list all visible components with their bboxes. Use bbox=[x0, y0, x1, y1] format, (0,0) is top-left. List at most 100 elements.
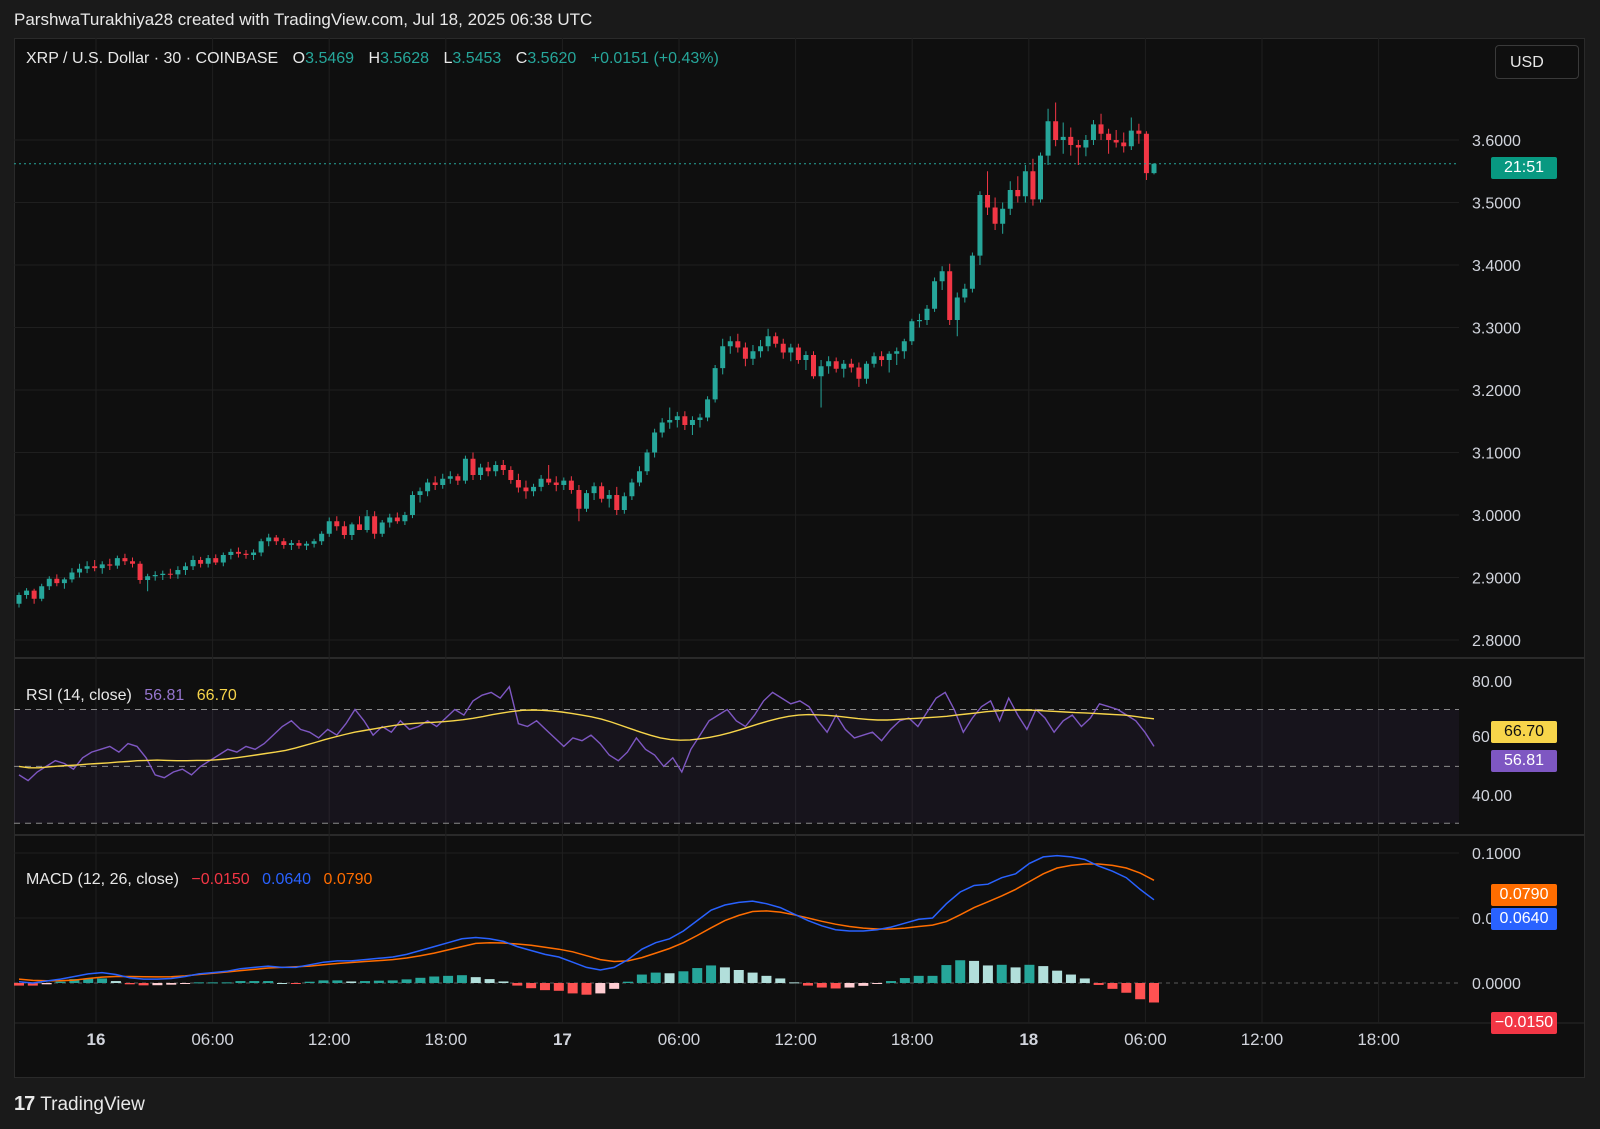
candle-body bbox=[137, 563, 143, 580]
candle-body bbox=[1098, 124, 1104, 134]
candle-body bbox=[795, 347, 801, 360]
time-tick-label: 12:00 bbox=[1241, 1030, 1284, 1049]
price-tick-label: 3.2000 bbox=[1472, 383, 1521, 400]
macd-histogram-bar bbox=[872, 983, 883, 984]
macd-histogram-bar bbox=[221, 982, 232, 984]
macd-histogram-bar bbox=[886, 981, 897, 983]
candle-body bbox=[1060, 136, 1066, 140]
candle-body bbox=[659, 422, 665, 433]
candle-body bbox=[84, 566, 90, 569]
candle-body bbox=[213, 558, 219, 563]
time-tick-label: 18:00 bbox=[425, 1030, 468, 1049]
candle-body bbox=[629, 482, 635, 497]
candle-body bbox=[311, 541, 317, 544]
symbol-title: XRP / U.S. Dollar · 30 · COINBASE bbox=[26, 50, 279, 67]
macd-histogram-bar bbox=[581, 983, 592, 995]
candle-body bbox=[576, 490, 582, 509]
candle-body bbox=[304, 543, 310, 546]
macd-histogram-bar bbox=[1079, 978, 1090, 983]
candle-body bbox=[334, 521, 340, 527]
macd-tick-label: 0.0000 bbox=[1472, 976, 1521, 993]
candle-body bbox=[568, 480, 574, 490]
candle-body bbox=[175, 570, 181, 575]
candle-body bbox=[341, 526, 347, 535]
time-tick-label: 12:00 bbox=[774, 1030, 817, 1049]
macd-histogram-bar bbox=[1121, 983, 1132, 993]
candle-body bbox=[636, 471, 642, 483]
candle-body bbox=[493, 465, 499, 472]
price-tick-label: 3.0000 bbox=[1472, 508, 1521, 525]
macd-histogram-bar bbox=[816, 983, 827, 988]
macd-legend: MACD (12, 26, close) −0.0150 0.0640 0.07… bbox=[26, 871, 376, 889]
macd-histogram-bar bbox=[830, 983, 841, 989]
candle-body bbox=[720, 346, 726, 369]
candle-body bbox=[508, 470, 514, 480]
candle-body bbox=[394, 517, 400, 522]
macd-signal-tag: 0.0790 bbox=[1491, 884, 1557, 906]
candle-body bbox=[372, 516, 378, 534]
candle-body bbox=[46, 578, 52, 587]
candle-body bbox=[379, 522, 385, 534]
candle-body bbox=[697, 417, 703, 420]
macd-hist-value: −0.0150 bbox=[191, 871, 250, 888]
candle-body bbox=[190, 560, 196, 567]
time-tick-label: 18:00 bbox=[1357, 1030, 1400, 1049]
candle-body bbox=[281, 541, 287, 545]
candle-body bbox=[1106, 133, 1112, 140]
candle-body bbox=[992, 207, 998, 224]
candle-body bbox=[273, 537, 279, 542]
macd-histogram-bar bbox=[747, 972, 758, 983]
candle-body bbox=[856, 367, 862, 379]
candle-body bbox=[591, 486, 597, 494]
macd-histogram-bar bbox=[276, 983, 287, 984]
time-tick-label: 06:00 bbox=[1124, 1030, 1167, 1049]
candle-body bbox=[99, 564, 105, 569]
candle-body bbox=[220, 555, 226, 563]
candle-body bbox=[145, 576, 151, 580]
macd-histogram-bar bbox=[650, 972, 661, 983]
candle-body bbox=[848, 363, 854, 368]
macd-histogram-bar bbox=[249, 981, 260, 983]
symbol-legend: XRP / U.S. Dollar · 30 · COINBASE O3.546… bbox=[26, 50, 723, 68]
macd-histogram-bar bbox=[567, 983, 578, 994]
candle-body bbox=[167, 573, 173, 575]
macd-histogram-bar bbox=[470, 977, 481, 983]
currency-button[interactable]: USD bbox=[1495, 45, 1579, 79]
candle-body bbox=[674, 416, 680, 420]
candle-body bbox=[243, 553, 249, 555]
candle-body bbox=[1143, 133, 1149, 174]
macd-histogram-bar bbox=[1107, 983, 1118, 989]
macd-histogram-bar bbox=[982, 965, 993, 983]
candle-body bbox=[803, 355, 809, 360]
macd-histogram-bar bbox=[290, 983, 301, 984]
candle-body bbox=[652, 432, 658, 453]
candle-body bbox=[31, 590, 37, 599]
candle-body bbox=[735, 341, 741, 348]
macd-histogram-bar bbox=[761, 975, 772, 983]
candle-body bbox=[606, 495, 612, 499]
candle-body bbox=[614, 495, 620, 510]
candle-body bbox=[39, 586, 45, 599]
candle-body bbox=[901, 341, 907, 352]
chart-canvas[interactable]: 3.6000 3.5000 3.4000 3.3000 3.2000 3.1000 3.00… bbox=[14, 38, 1585, 1078]
macd-histogram-bar bbox=[1065, 974, 1076, 983]
candle-body bbox=[182, 566, 188, 570]
macd-histogram-bar bbox=[166, 983, 177, 985]
price-tick-label: 3.6000 bbox=[1472, 133, 1521, 150]
candle-body bbox=[114, 558, 120, 566]
brand-name: TradingView bbox=[40, 1093, 145, 1115]
candle-body bbox=[939, 271, 945, 282]
macd-histogram-bar bbox=[526, 983, 537, 989]
macd-histogram-bar bbox=[1135, 983, 1146, 1000]
macd-histogram-bar bbox=[41, 983, 52, 985]
open-label: O bbox=[292, 50, 306, 67]
price-tick-label: 2.9000 bbox=[1472, 571, 1521, 588]
candle-body bbox=[894, 351, 900, 354]
candle-body bbox=[531, 486, 537, 492]
candle-body bbox=[1113, 140, 1119, 143]
time-tick-label: 06:00 bbox=[191, 1030, 234, 1049]
macd-histogram-bar bbox=[733, 970, 744, 983]
macd-histogram-bar bbox=[1038, 966, 1049, 983]
time-tick-label: 16 bbox=[87, 1030, 106, 1049]
candle-body bbox=[387, 517, 393, 523]
